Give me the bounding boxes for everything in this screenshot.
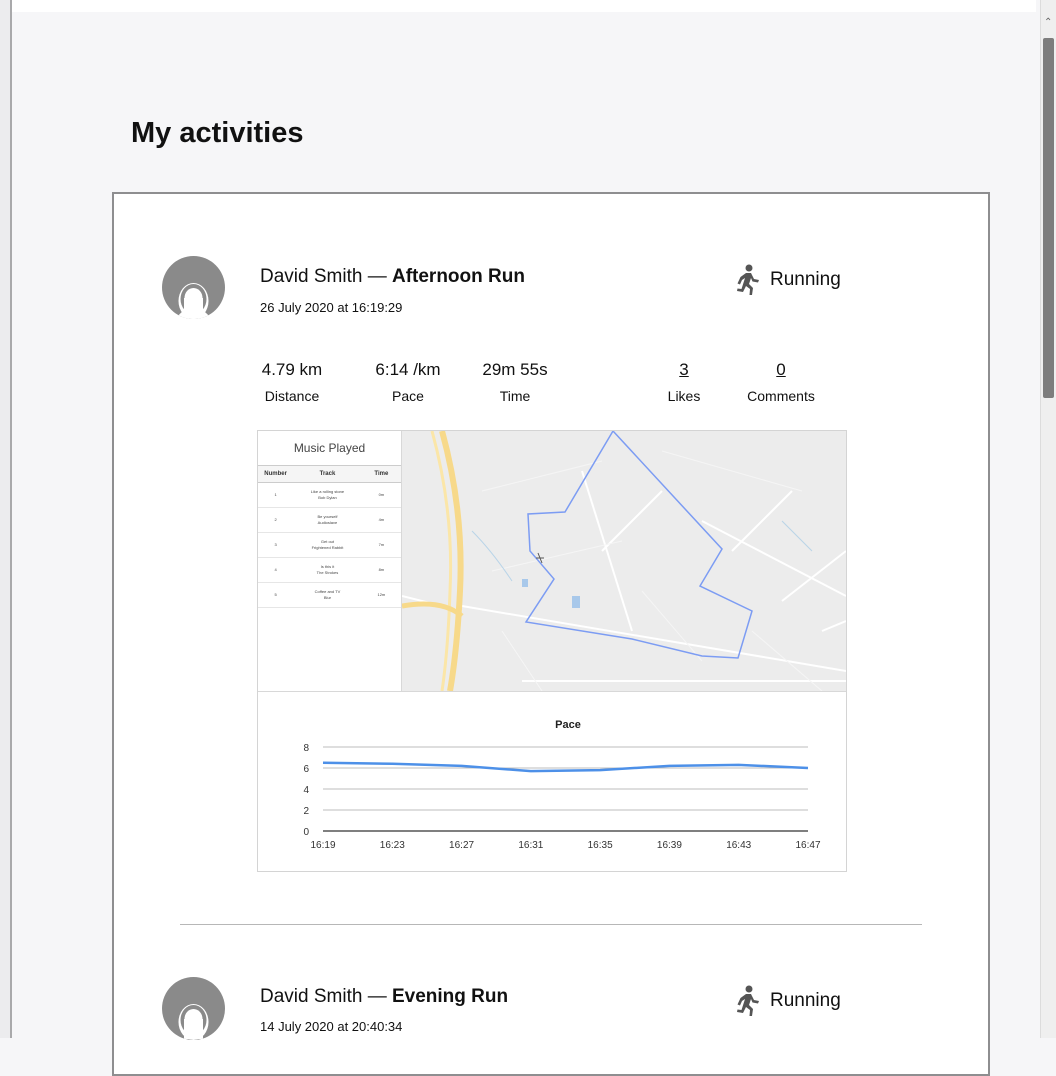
avatar-icon[interactable] bbox=[162, 256, 225, 319]
stat-distance: 4.79 km Distance bbox=[257, 360, 327, 404]
music-col-time: Time bbox=[361, 465, 401, 483]
stat-distance-label: Distance bbox=[264, 388, 320, 404]
likes-count-link[interactable]: 3 bbox=[649, 360, 719, 380]
pace-series-line bbox=[322, 761, 809, 773]
stat-likes-label: Likes bbox=[667, 388, 701, 404]
top-bar bbox=[12, 0, 1036, 12]
x-tick-label: 16:47 bbox=[795, 840, 820, 851]
y-tick-label: 8 bbox=[303, 743, 309, 754]
pace-chart-svg: Pace 0 2 4 6 8 16:19 16:23 16:27 16:31 16:35 16:39… bbox=[303, 719, 821, 851]
route-map-graphic bbox=[402, 431, 846, 691]
music-track-title: Get out bbox=[320, 539, 335, 544]
route-map[interactable] bbox=[402, 431, 846, 691]
avatar-icon[interactable] bbox=[162, 977, 225, 1040]
music-track-artist: Blur bbox=[323, 595, 332, 600]
music-time: 12m bbox=[361, 582, 401, 608]
x-tick-label: 16:19 bbox=[310, 840, 335, 851]
y-tick-label: 6 bbox=[303, 764, 309, 775]
activity-user-name[interactable]: David Smith bbox=[260, 986, 362, 1007]
music-track-artist: Bob Dylan bbox=[318, 495, 337, 500]
x-tick-label: 16:31 bbox=[518, 840, 543, 851]
music-track: Be yourself Audioslave bbox=[293, 507, 362, 533]
y-tick-label: 2 bbox=[303, 806, 309, 817]
music-row: 5 Coffee and TV Blur 12m bbox=[258, 582, 401, 608]
activity-sport: Running bbox=[734, 985, 841, 1017]
activities-card: David Smith — Afternoon Run 26 July 2020… bbox=[112, 192, 990, 1076]
music-number: 1 bbox=[258, 482, 294, 508]
stat-time-label: Time bbox=[499, 388, 531, 404]
music-number: 2 bbox=[258, 507, 294, 533]
stat-comments-label: Comments bbox=[747, 388, 815, 404]
x-tick-label: 16:35 bbox=[588, 840, 613, 851]
running-person-icon bbox=[737, 264, 759, 295]
music-number: 5 bbox=[258, 582, 294, 608]
y-tick-label: 4 bbox=[303, 785, 309, 796]
comments-count-link[interactable]: 0 bbox=[736, 360, 826, 380]
activity-sport: Running bbox=[734, 264, 841, 296]
music-track-title: Like a rolling stone bbox=[310, 489, 345, 494]
stat-distance-value: 4.79 km bbox=[261, 360, 323, 379]
title-separator: — bbox=[367, 986, 387, 1007]
x-tick-label: 16:23 bbox=[380, 840, 405, 851]
x-tick-label: 16:27 bbox=[449, 840, 474, 851]
x-tick-label: 16:43 bbox=[726, 840, 751, 851]
music-track-artist: The Strokes bbox=[316, 570, 339, 575]
x-tick-label: 16:39 bbox=[657, 840, 682, 851]
music-col-number: Number bbox=[258, 465, 294, 483]
music-time: 4m bbox=[361, 507, 401, 533]
scrollbar-thumb[interactable] bbox=[1043, 38, 1054, 398]
music-track: Coffee and TV Blur bbox=[293, 582, 362, 608]
chart-title: Pace bbox=[555, 719, 581, 731]
music-track-artist: Frightened Rabbit bbox=[311, 545, 344, 550]
music-time: 8m bbox=[361, 557, 401, 583]
page-title: My activities bbox=[131, 117, 304, 149]
music-row: 3 Get out Frightened Rabbit 7m bbox=[258, 532, 401, 558]
y-tick-label: 0 bbox=[303, 827, 309, 838]
music-row: 4 Is this it The Strokes 8m bbox=[258, 557, 401, 583]
activity-title[interactable]: Evening Run bbox=[392, 986, 508, 1007]
music-time: 0m bbox=[361, 482, 401, 508]
music-row: 2 Be yourself Audioslave 4m bbox=[258, 507, 401, 533]
music-table: Number Track Time 1 Like a rolling stone… bbox=[258, 465, 401, 608]
activity-title-line[interactable]: David Smith — Evening Run bbox=[260, 986, 508, 1008]
stat-comments[interactable]: 0 Comments bbox=[736, 360, 826, 404]
music-track-title: Is this it bbox=[320, 564, 335, 569]
sport-label: Running bbox=[770, 990, 841, 1011]
music-track: Get out Frightened Rabbit bbox=[293, 532, 362, 558]
music-track-title: Coffee and TV bbox=[314, 589, 341, 594]
activity-title[interactable]: Afternoon Run bbox=[392, 266, 525, 287]
activity-date: 26 July 2020 at 16:19:29 bbox=[260, 300, 403, 315]
stat-likes[interactable]: 3 Likes bbox=[649, 360, 719, 404]
stat-pace-value: 6:14 /km bbox=[375, 360, 441, 379]
activity-divider bbox=[180, 924, 922, 925]
stat-pace: 6:14 /km Pace bbox=[362, 360, 454, 404]
pace-chart: Pace 0 2 4 6 8 16:19 16:23 16:27 16:31 16:35 16:39… bbox=[258, 691, 846, 872]
music-col-track: Track bbox=[293, 465, 362, 483]
activity-media: Music Played Number Track Time 1 Like a … bbox=[257, 430, 847, 872]
window-left-edge bbox=[0, 0, 12, 1038]
stat-time: 29m 55s Time bbox=[470, 360, 560, 404]
music-row: 1 Like a rolling stone Bob Dylan 0m bbox=[258, 482, 401, 508]
music-track-artist: Audioslave bbox=[317, 520, 338, 525]
music-number: 4 bbox=[258, 557, 294, 583]
sport-label: Running bbox=[770, 269, 841, 290]
music-track: Like a rolling stone Bob Dylan bbox=[293, 482, 362, 508]
music-played-title: Music Played bbox=[293, 441, 366, 455]
music-played-panel: Music Played Number Track Time 1 Like a … bbox=[258, 431, 402, 691]
music-track: Is this it The Strokes bbox=[293, 557, 362, 583]
music-track-title: Be yourself bbox=[317, 514, 338, 519]
music-number: 3 bbox=[258, 532, 294, 558]
activity-title-line[interactable]: David Smith — Afternoon Run bbox=[260, 266, 525, 288]
stat-time-value: 29m 55s bbox=[482, 360, 548, 379]
music-time: 7m bbox=[361, 532, 401, 558]
activity-user-name[interactable]: David Smith bbox=[260, 266, 362, 287]
title-separator: — bbox=[367, 266, 387, 287]
activity-date: 14 July 2020 at 20:40:34 bbox=[260, 1019, 403, 1034]
running-person-icon bbox=[737, 985, 759, 1016]
scroll-up-arrow-icon[interactable]: ⌃ bbox=[1044, 18, 1052, 28]
stat-pace-label: Pace bbox=[392, 388, 424, 404]
